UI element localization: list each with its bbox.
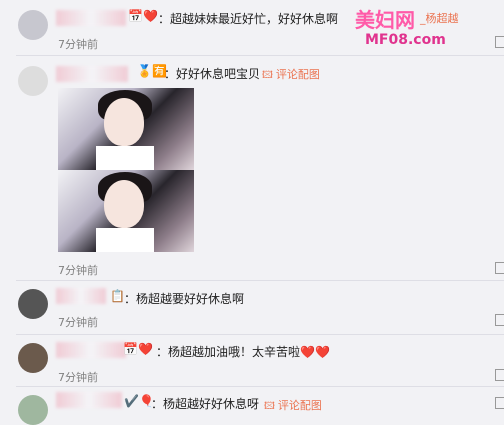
avatar[interactable] (18, 343, 48, 373)
username-blurred[interactable] (56, 10, 126, 26)
photo-face (104, 98, 144, 146)
expand-icon[interactable] (495, 369, 504, 381)
expand-icon[interactable] (495, 262, 504, 274)
image-icon: 🖾 (264, 401, 275, 412)
photo-collar (96, 228, 154, 252)
comment-text: ：超越妹妹最近好忙，好好休息啊 (158, 12, 339, 26)
comment-text: ：杨超越要好好休息啊 (124, 292, 245, 306)
comment-time: 7分钟前 (58, 264, 98, 277)
avatar[interactable] (18, 10, 48, 40)
comment-time: 7分钟前 (58, 371, 98, 384)
comment-text: ：杨超越加油哦！太辛苦啦❤️❤️ (156, 345, 330, 359)
photo-link[interactable]: 🖾 评论配图 (262, 66, 320, 85)
comment-item: 📋 ：杨超越要好好休息啊 7分钟前 (0, 281, 504, 331)
avatar[interactable] (18, 66, 48, 96)
comment-emojis: 📅❤️ (128, 9, 158, 23)
avatar[interactable] (18, 395, 48, 425)
comment-item: ✔️🎈 ：杨超越好好休息呀 🖾 评论配图 (0, 387, 504, 425)
expand-icon[interactable] (495, 397, 504, 409)
comment-item: 🏅🈶 ：好好休息吧宝贝 🖾 评论配图 7分钟前 (0, 56, 504, 278)
comment-photo-bottom[interactable] (58, 170, 194, 252)
image-icon: 🖾 (262, 70, 273, 81)
comment-trailing: _杨超越 (420, 12, 459, 25)
expand-icon[interactable] (495, 314, 504, 326)
avatar[interactable] (18, 289, 48, 319)
username-blurred[interactable] (56, 392, 122, 408)
username-blurred[interactable] (56, 288, 106, 304)
expand-icon[interactable] (495, 36, 504, 48)
photo-face (104, 180, 144, 228)
comment-photo-top[interactable] (58, 88, 194, 170)
photo-link[interactable]: 🖾 评论配图 (264, 397, 322, 416)
comment-item: 📅❤️ ：超越妹妹最近好忙，好好休息啊 _杨超越 7分钟前 (0, 0, 504, 60)
username-blurred[interactable] (56, 66, 128, 82)
comment-item: 📅❤️ ：杨超越加油哦！太辛苦啦❤️❤️ 7分钟前 (0, 335, 504, 385)
comment-emojis: 📋 (110, 289, 125, 303)
comment-emojis: 📅❤️ (123, 342, 153, 356)
comment-emojis: ✔️🎈 (124, 394, 154, 408)
comment-time: 7分钟前 (58, 38, 98, 51)
comment-emojis: 🏅🈶 (137, 64, 167, 78)
comment-text: ：杨超越好好休息呀 (151, 397, 260, 411)
photo-collar (96, 146, 154, 170)
username-blurred[interactable] (56, 342, 126, 358)
comment-time: 7分钟前 (58, 316, 98, 329)
comment-text: ：好好休息吧宝贝 (164, 67, 261, 81)
